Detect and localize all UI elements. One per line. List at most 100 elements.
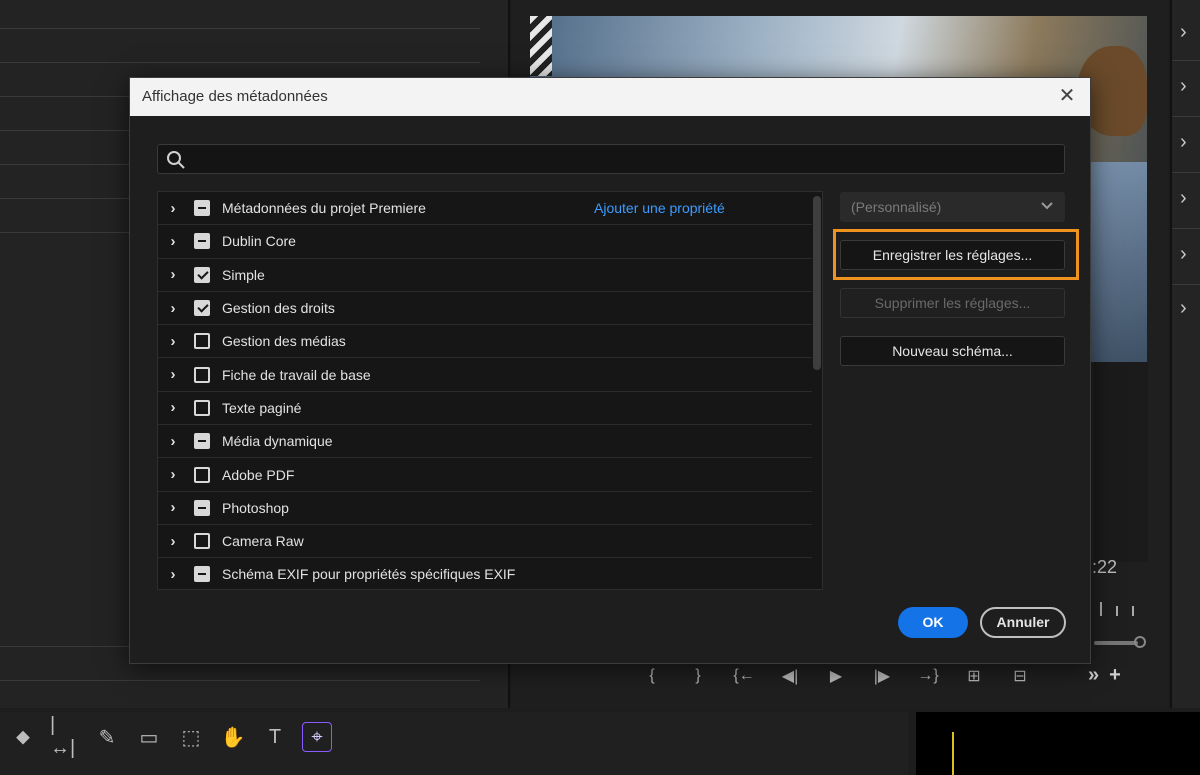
schema-checkbox[interactable] xyxy=(194,200,210,217)
schema-label: Camera Raw xyxy=(222,533,304,550)
timecode: :22 xyxy=(1092,557,1118,577)
chevron-right-icon[interactable]: › xyxy=(1180,188,1194,208)
mark-in-icon[interactable]: { xyxy=(640,667,664,685)
chevron-right-icon[interactable]: › xyxy=(162,266,184,283)
timeline-panel xyxy=(916,712,1200,775)
list-item[interactable]: › Gestion des médias xyxy=(158,325,812,359)
extract-icon[interactable]: ⊟ xyxy=(1008,666,1032,686)
schema-checkbox[interactable] xyxy=(194,366,210,383)
chevron-right-icon[interactable]: › xyxy=(162,566,184,583)
schema-label: Métadonnées du projet Premiere xyxy=(222,200,426,217)
schema-checkbox[interactable] xyxy=(194,466,210,483)
pen-tool-icon[interactable]: ✎ xyxy=(92,722,122,752)
chevron-right-icon[interactable]: › xyxy=(162,300,184,317)
go-to-out-icon[interactable]: →} xyxy=(916,667,940,685)
close-icon[interactable]: ✕ xyxy=(1056,85,1078,107)
lift-icon[interactable]: ⊞ xyxy=(962,666,986,686)
list-scrollbar[interactable] xyxy=(812,192,822,589)
schema-checkbox[interactable] xyxy=(194,399,210,416)
list-item[interactable]: › Schéma EXIF pour propriétés spécifiques… xyxy=(158,558,812,589)
chevron-right-icon[interactable]: › xyxy=(1180,76,1194,96)
hand-tool-icon[interactable]: ✋ xyxy=(218,722,248,752)
go-to-in-icon[interactable]: {← xyxy=(732,667,756,685)
schema-checkbox[interactable] xyxy=(194,566,210,583)
list-item[interactable]: › Adobe PDF xyxy=(158,458,812,492)
toolbar: ⬥ |↔| ✎ ▭ ⬚ ✋ T ⌖ xyxy=(8,714,332,759)
scrub-knob[interactable] xyxy=(1134,636,1146,648)
play-icon[interactable]: ▶ xyxy=(824,666,848,686)
preset-dropdown[interactable]: (Personnalisé) xyxy=(840,192,1065,222)
panel-divider xyxy=(0,28,480,29)
list-item[interactable]: › Texte paginé xyxy=(158,392,812,426)
schema-label: Gestion des droits xyxy=(222,300,335,317)
list-item[interactable]: › Métadonnées du projet Premiere Ajouter u… xyxy=(158,192,812,226)
schema-label: Dublin Core xyxy=(222,233,296,250)
schema-checkbox[interactable] xyxy=(194,533,210,550)
track-select-tool-icon[interactable]: ⬚ xyxy=(176,722,206,752)
scrollbar-thumb[interactable] xyxy=(813,196,821,370)
step-back-icon[interactable]: ◀| xyxy=(778,666,802,686)
chevron-right-icon[interactable]: › xyxy=(162,200,184,217)
schema-checkbox[interactable] xyxy=(194,266,210,283)
schema-label: Média dynamique xyxy=(222,433,333,450)
list-item[interactable]: › Camera Raw xyxy=(158,525,812,559)
new-schema-button[interactable]: Nouveau schéma... xyxy=(840,336,1065,366)
chevron-right-icon[interactable]: › xyxy=(162,533,184,550)
add-property-link[interactable]: Ajouter une propriété xyxy=(594,200,725,216)
schema-label: Schéma EXIF pour propriétés spécifiques … xyxy=(222,566,516,583)
schema-label: Photoshop xyxy=(222,499,289,516)
schema-list: › Métadonnées du projet Premiere Ajouter u… xyxy=(157,191,823,590)
playhead[interactable] xyxy=(952,732,954,775)
list-item[interactable]: › Dublin Core xyxy=(158,225,812,259)
chevron-right-icon[interactable]: › xyxy=(162,233,184,250)
rail-divider xyxy=(1172,172,1200,173)
list-item[interactable]: › Fiche de travail de base xyxy=(158,358,812,392)
cancel-button[interactable]: Annuler xyxy=(980,607,1066,638)
delete-settings-button[interactable]: Supprimer les réglages... xyxy=(840,288,1065,318)
save-settings-button[interactable]: Enregistrer les réglages... xyxy=(840,240,1065,270)
chevron-right-icon[interactable]: › xyxy=(1180,132,1194,152)
schema-checkbox[interactable] xyxy=(194,433,210,450)
step-forward-icon[interactable]: |▶ xyxy=(870,666,894,686)
chevron-right-icon[interactable]: › xyxy=(1180,22,1194,42)
dialog-title: Affichage des métadonnées xyxy=(142,88,328,105)
schema-checkbox[interactable] xyxy=(194,333,210,350)
rail-divider xyxy=(1172,60,1200,61)
list-item[interactable]: › Simple xyxy=(158,259,812,292)
schema-checkbox[interactable] xyxy=(194,233,210,250)
metadata-display-dialog: Affichage des métadonnées ✕ › Métadonnées… xyxy=(129,77,1091,664)
chevron-right-icon[interactable]: › xyxy=(162,466,184,483)
add-icon[interactable]: + xyxy=(1109,664,1121,687)
preview-stripes xyxy=(530,16,552,76)
list-item[interactable]: › Média dynamique xyxy=(158,425,812,459)
list-item[interactable]: › Photoshop xyxy=(158,492,812,525)
dialog-titlebar: Affichage des métadonnées ✕ xyxy=(130,78,1090,116)
mark-out-icon[interactable]: } xyxy=(686,667,710,685)
chevron-right-icon[interactable]: › xyxy=(1180,298,1194,318)
panel-divider xyxy=(0,680,480,681)
search-icon xyxy=(167,151,185,169)
chevron-down-icon xyxy=(1041,202,1053,210)
zoom-ticks xyxy=(1100,602,1147,616)
type-tool-icon[interactable]: T xyxy=(260,722,290,752)
rail-divider xyxy=(1172,116,1200,117)
more-icon[interactable]: » xyxy=(1088,664,1099,687)
chevron-right-icon[interactable]: › xyxy=(162,399,184,416)
chevron-right-icon[interactable]: › xyxy=(162,366,184,383)
scrub-bar[interactable] xyxy=(1094,641,1138,645)
slip-tool-icon[interactable]: |↔| xyxy=(50,714,80,759)
chevron-right-icon[interactable]: › xyxy=(162,499,184,516)
list-item[interactable]: › Gestion des droits xyxy=(158,292,812,326)
schema-label: Fiche de travail de base xyxy=(222,366,371,383)
chevron-right-icon[interactable]: › xyxy=(162,433,184,450)
ripple-edit-tool-icon[interactable]: ⬥ xyxy=(8,722,38,752)
ok-button[interactable]: OK xyxy=(898,607,968,638)
search-field[interactable] xyxy=(157,144,1065,174)
essential-graphics-tool-icon[interactable]: ⌖ xyxy=(302,722,332,752)
chevron-right-icon[interactable]: › xyxy=(1180,244,1194,264)
schema-checkbox[interactable] xyxy=(194,499,210,516)
search-input[interactable] xyxy=(194,147,1058,173)
rectangle-tool-icon[interactable]: ▭ xyxy=(134,722,164,752)
schema-checkbox[interactable] xyxy=(194,300,210,317)
chevron-right-icon[interactable]: › xyxy=(162,333,184,350)
